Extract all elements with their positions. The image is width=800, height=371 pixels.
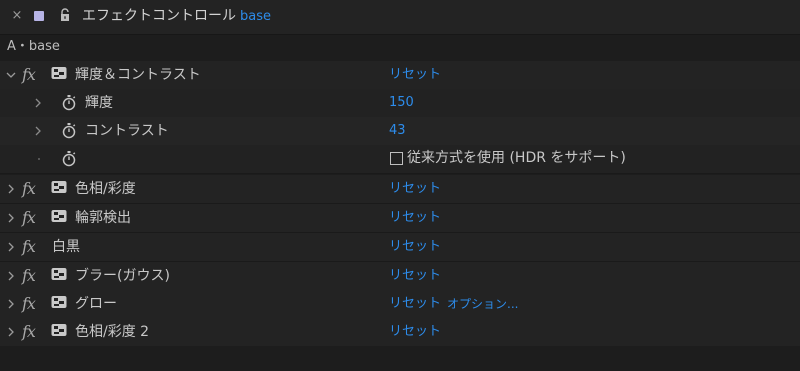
effect-preset-badge-icon — [51, 181, 67, 193]
param-value-scrubber[interactable]: 150 — [389, 94, 414, 112]
effect-name: 色相/彩度 — [75, 181, 136, 197]
reset-link[interactable]: リセット — [389, 209, 441, 227]
param-row-contrast: コントラスト 43 — [0, 117, 800, 146]
effect-name: 輝度＆コントラスト — [75, 67, 201, 83]
panel-title-text: エフェクトコントロール — [82, 8, 236, 24]
lock-icon[interactable] — [59, 8, 71, 22]
fx-toggle-icon[interactable]: fx — [22, 294, 36, 313]
param-row-brightness: 輝度 150 — [0, 89, 800, 118]
fx-toggle-icon[interactable]: fx — [22, 208, 36, 227]
chevron-right-icon[interactable] — [5, 325, 17, 339]
close-icon[interactable]: × — [10, 8, 24, 24]
chevron-right-icon[interactable] — [5, 182, 17, 196]
chevron-right-icon[interactable] — [5, 297, 17, 311]
comp-layer-path: A・base — [0, 35, 800, 59]
reset-link[interactable]: リセット — [389, 238, 441, 256]
effect-name: 輪郭検出 — [75, 210, 131, 226]
reset-link[interactable]: リセット — [389, 180, 441, 198]
fx-toggle-icon[interactable]: fx — [22, 237, 36, 256]
stopwatch-icon[interactable] — [61, 150, 77, 167]
effect-name: グロー — [75, 296, 117, 312]
panel-title: エフェクトコントロール base — [82, 8, 271, 25]
effect-preset-badge-icon — [51, 268, 67, 280]
effect-preset-badge-icon — [51, 67, 67, 79]
effect-row-hue-saturation-2[interactable]: fx 色相/彩度 2 リセット — [0, 318, 800, 347]
chevron-right-icon[interactable] — [5, 240, 17, 254]
param-value-scrubber[interactable]: 43 — [389, 122, 406, 140]
fx-toggle-icon[interactable]: fx — [22, 266, 36, 285]
effect-row-find-edges[interactable]: fx 輪郭検出 リセット — [0, 204, 800, 233]
effect-name: ブラー(ガウス) — [75, 268, 170, 284]
effect-row-gaussian-blur[interactable]: fx ブラー(ガウス) リセット — [0, 262, 800, 291]
chevron-right-icon[interactable] — [5, 269, 17, 283]
legacy-checkbox[interactable] — [390, 152, 403, 165]
chevron-right-icon[interactable] — [32, 124, 44, 138]
effect-row-black-white[interactable]: fx 白黒 リセット — [0, 233, 800, 262]
panel-header: × エフェクトコントロール base — [0, 0, 800, 35]
chevron-right-icon[interactable] — [32, 96, 44, 110]
effect-preset-badge-icon — [51, 324, 67, 336]
comp-layer-path-text: A・base — [7, 39, 60, 54]
param-name: コントラスト — [85, 123, 169, 139]
param-name: 輝度 — [85, 95, 113, 111]
layer-color-swatch — [34, 11, 44, 21]
fx-toggle-icon[interactable]: fx — [22, 179, 36, 198]
effect-name: 白黒 — [52, 239, 80, 255]
stopwatch-icon[interactable] — [61, 122, 77, 139]
chevron-right-icon[interactable] — [5, 211, 17, 225]
chevron-down-icon[interactable] — [5, 68, 17, 82]
effect-row-glow[interactable]: fx グロー リセット オプション... — [0, 290, 800, 319]
effect-row-hue-saturation[interactable]: fx 色相/彩度 リセット — [0, 175, 800, 204]
reset-link[interactable]: リセット — [389, 267, 441, 285]
stopwatch-icon[interactable] — [61, 94, 77, 111]
legacy-checkbox-label[interactable]: 従来方式を使用 (HDR をサポート) — [407, 149, 626, 167]
effect-row-brightness-contrast[interactable]: fx 輝度＆コントラスト リセット — [0, 61, 800, 90]
reset-link[interactable]: リセット — [389, 295, 441, 313]
fx-toggle-icon[interactable]: fx — [22, 65, 36, 84]
layer-name-link[interactable]: base — [240, 9, 271, 24]
effect-preset-badge-icon — [51, 296, 67, 308]
empty-panel-area — [0, 346, 800, 371]
fx-toggle-icon[interactable]: fx — [22, 322, 36, 341]
reset-link[interactable]: リセット — [389, 323, 441, 341]
reset-link[interactable]: リセット — [389, 66, 441, 84]
param-row-legacy: 従来方式を使用 (HDR をサポート) — [0, 145, 800, 174]
options-link[interactable]: オプション... — [447, 295, 518, 313]
no-twirl-dot — [38, 158, 40, 160]
effect-name: 色相/彩度 2 — [75, 324, 150, 340]
effect-preset-badge-icon — [51, 210, 67, 222]
